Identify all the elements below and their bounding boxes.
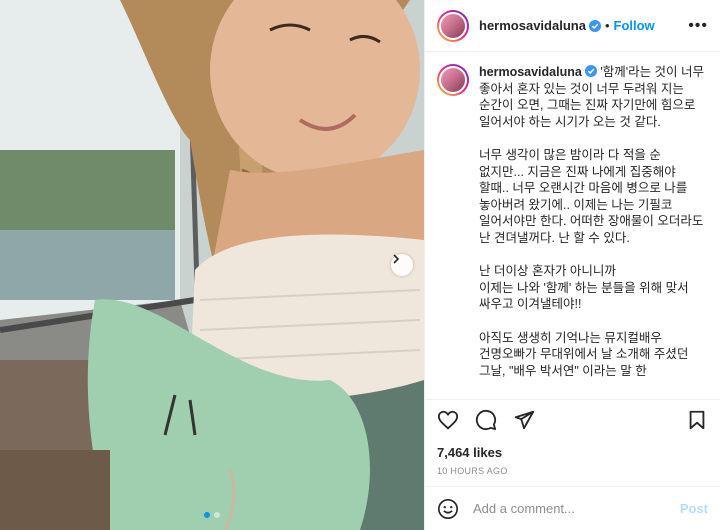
comment-icon <box>475 409 497 430</box>
caption-text-block: hermosavidaluna '함께'라는 것이 너무 좋아서 혼자 있는 것… <box>479 64 708 379</box>
photo-illustration <box>0 0 424 530</box>
separator-dot: • <box>604 18 610 33</box>
smiley-icon <box>438 498 458 519</box>
post-side-panel: hermosavidaluna • Follow ••• hermosavida… <box>424 0 720 530</box>
likes-count[interactable]: 7,464 likes <box>425 439 720 460</box>
comment-bar: Post <box>425 486 720 530</box>
carousel-indicator <box>0 512 424 518</box>
caption-text: '함께'라는 것이 너무 좋아서 혼자 있는 것이 너무 두려워 지는 순간이 … <box>479 65 705 378</box>
emoji-button[interactable] <box>437 498 459 520</box>
post-timestamp[interactable]: 10 HOURS AGO <box>425 460 720 486</box>
heart-icon <box>437 410 459 429</box>
avatar-image <box>439 66 467 94</box>
carousel-dot <box>214 512 220 518</box>
verified-badge-icon <box>584 65 597 77</box>
caption-area: hermosavidaluna '함께'라는 것이 너무 좋아서 혼자 있는 것… <box>425 52 720 399</box>
paper-plane-icon <box>514 410 535 429</box>
share-button[interactable] <box>513 409 535 431</box>
chevron-right-icon <box>393 254 400 264</box>
comment-button[interactable] <box>475 409 497 431</box>
more-options-button[interactable]: ••• <box>688 17 708 35</box>
avatar-image <box>439 11 467 40</box>
like-button[interactable] <box>437 409 459 431</box>
action-bar <box>425 399 720 439</box>
follow-button[interactable]: Follow <box>614 18 655 33</box>
save-button[interactable] <box>686 409 708 431</box>
avatar[interactable] <box>437 9 469 42</box>
post-photo[interactable] <box>0 0 424 530</box>
header-username[interactable]: hermosavidaluna <box>479 18 586 33</box>
caption-row: hermosavidaluna '함께'라는 것이 너무 좋아서 혼자 있는 것… <box>437 64 708 379</box>
post-header: hermosavidaluna • Follow ••• <box>425 0 720 52</box>
bookmark-icon <box>689 410 705 429</box>
post-comment-button[interactable]: Post <box>680 501 708 516</box>
verified-badge-icon <box>588 19 601 32</box>
post-viewer: hermosavidaluna • Follow ••• hermosavida… <box>0 0 720 530</box>
caption-avatar[interactable] <box>437 64 469 96</box>
carousel-next-button[interactable] <box>391 254 413 276</box>
caption-username[interactable]: hermosavidaluna <box>479 65 582 79</box>
comment-input[interactable] <box>471 500 680 517</box>
carousel-dot-active <box>204 512 210 518</box>
